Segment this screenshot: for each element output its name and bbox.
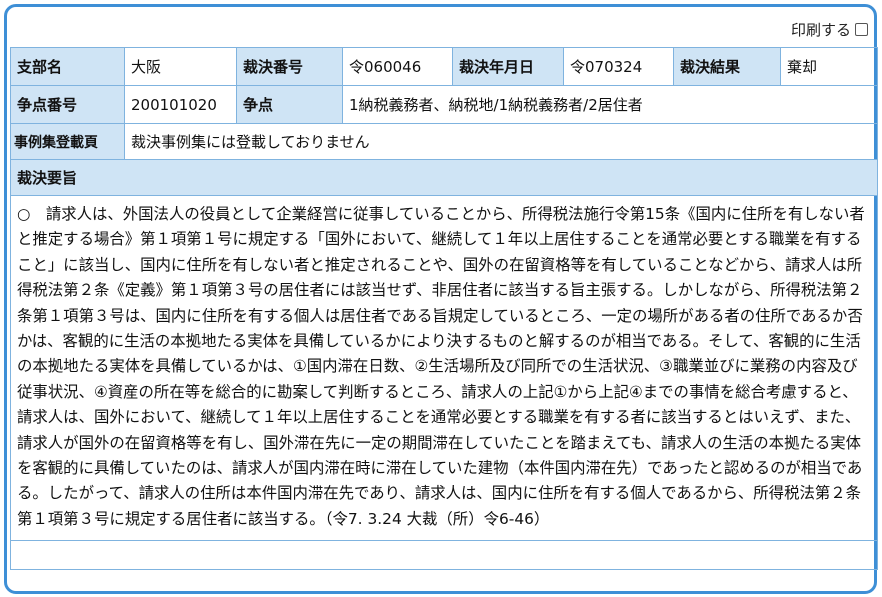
print-checkbox[interactable] <box>855 23 868 36</box>
issue-number-label: 争点番号 <box>10 85 125 124</box>
print-label: 印刷する <box>790 21 851 39</box>
empty-row <box>10 540 878 571</box>
casebook-value: 裁決事例集には登載しておりません <box>124 123 878 160</box>
casebook-label: 事例集登載頁 <box>10 123 125 160</box>
decision-date-label: 裁決年月日 <box>452 47 564 86</box>
decision-number-label: 裁決番号 <box>236 47 343 86</box>
table-row: ○ 請求人は、外国法人の役員として企業経営に従事していることから、所得税法施行令… <box>10 194 878 542</box>
branch-value: 大阪 <box>124 47 237 86</box>
case-panel: 印刷する 支部名 大阪 裁決番号 令060046 裁決年月日 令070324 裁… <box>4 4 878 594</box>
table-row: 支部名 大阪 裁決番号 令060046 裁決年月日 令070324 裁決結果 棄… <box>10 47 878 86</box>
decision-result-label: 裁決結果 <box>673 47 781 86</box>
decision-date-value: 令070324 <box>563 47 674 86</box>
issue-number-value: 200101020 <box>124 85 237 124</box>
table-row: 裁決要旨 <box>10 159 878 196</box>
table-row: 事例集登載頁 裁決事例集には登載しておりません <box>10 123 878 160</box>
decision-number-value: 令060046 <box>342 47 453 86</box>
summary-heading: 裁決要旨 <box>10 159 878 196</box>
table-row <box>10 540 878 571</box>
print-option: 印刷する <box>791 19 868 40</box>
summary-text: ○ 請求人は、外国法人の役員として企業経営に従事していることから、所得税法施行令… <box>10 194 878 542</box>
branch-label: 支部名 <box>10 47 125 86</box>
decision-result-value: 棄却 <box>780 47 878 86</box>
case-table: 支部名 大阪 裁決番号 令060046 裁決年月日 令070324 裁決結果 棄… <box>10 47 878 571</box>
issue-value: 1納税義務者、納税地/1納税義務者/2居住者 <box>342 85 878 124</box>
table-row: 争点番号 200101020 争点 1納税義務者、納税地/1納税義務者/2居住者 <box>10 85 878 124</box>
issue-label: 争点 <box>236 85 343 124</box>
